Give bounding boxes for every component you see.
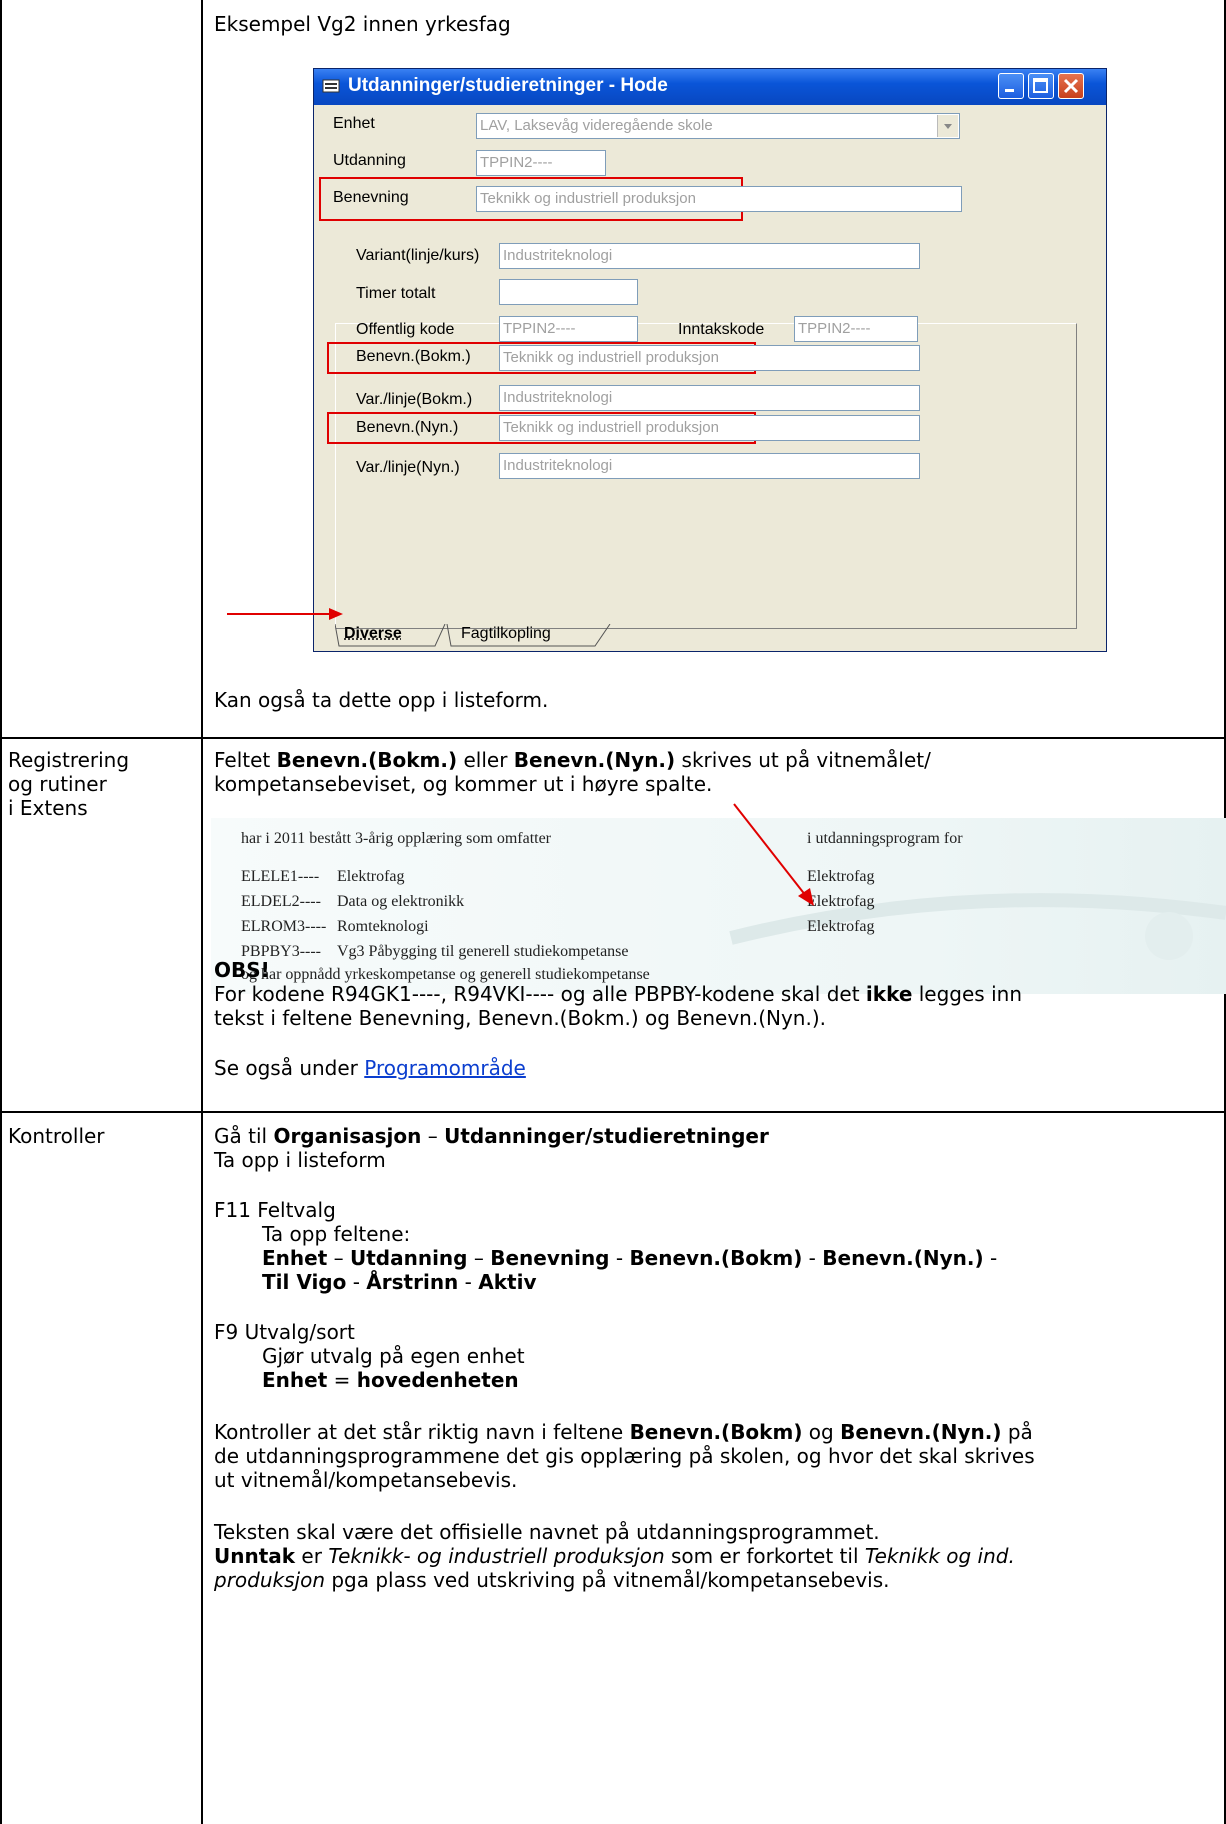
window-icon [322, 79, 340, 93]
obs-line2: tekst i feltene Benevning, Benevn.(Bokm.… [214, 1006, 826, 1030]
inntakskode-field[interactable]: TPPIN2---- [794, 316, 918, 342]
dialog-window: Utdanninger/studieretninger - Hode Enhet… [313, 68, 1107, 652]
listeform-note: Kan også ta dette opp i listeform. [214, 688, 549, 712]
close-button[interactable] [1058, 73, 1084, 99]
f11-heading: F11 Feltvalg [214, 1198, 336, 1222]
row-divider-2 [0, 1111, 1226, 1113]
utdanning-label: Utdanning [333, 152, 406, 169]
programomrade-link[interactable]: Programområde [364, 1056, 526, 1080]
kontroller-line3: ut vitnemål/kompetansebevis. [214, 1468, 518, 1492]
dialog-body: Enhet LAV, Laksevåg videregående skole U… [319, 105, 1101, 648]
obs-heading: OBS! [214, 958, 270, 982]
cert-header-right: i utdanningsprogram for [807, 830, 963, 847]
chevron-down-icon[interactable] [937, 115, 958, 137]
variant-label: Variant(linje/kurs) [356, 247, 480, 264]
see-also-text: Se også under [214, 1056, 365, 1080]
benevning-label: Benevning [333, 189, 409, 206]
inntakskode-label: Inntakskode [678, 321, 765, 338]
example-heading: Eksempel Vg2 innen yrkesfag [214, 12, 511, 36]
enhet-value: LAV, Laksevåg videregående skole [480, 117, 713, 134]
cert-code: ELDEL2---- [241, 893, 321, 910]
dialog-titlebar[interactable]: Utdanninger/studieretninger - Hode [314, 69, 1106, 105]
var-nyn-field[interactable]: Industriteknologi [499, 453, 920, 479]
cert-code: ELELE1---- [241, 868, 320, 885]
teksten-line3: produksjon pga plass ved utskriving på v… [214, 1568, 890, 1592]
benevn-nyn-field[interactable]: Teknikk og industriell produksjon [499, 415, 920, 441]
dialog-title: Utdanninger/studieretninger - Hode [348, 75, 668, 96]
var-bokm-label: Var./linje(Bokm.) [356, 391, 473, 408]
row2-paragraph-line1: Feltet Benevn.(Bokm.) eller Benevn.(Nyn.… [214, 748, 931, 772]
obs-line1: For kodene R94GK1----, R94VKI---- og all… [214, 982, 1022, 1006]
teksten-line1: Teksten skal være det offisielle navnet … [214, 1520, 880, 1544]
offentlig-kode-field[interactable]: TPPIN2---- [499, 316, 638, 342]
row2-label-line3: i Extens [8, 796, 88, 820]
enhet-label: Enhet [333, 115, 375, 132]
var-bokm-field[interactable]: Industriteknologi [499, 385, 920, 411]
close-icon [1063, 78, 1079, 94]
f11-fields-line1: Enhet – Utdanning – Benevning - Benevn.(… [262, 1246, 998, 1270]
f9-enhet: Enhet = hovedenheten [262, 1368, 519, 1392]
tab-diverse[interactable]: Diverse [344, 625, 402, 643]
certificate-excerpt: har i 2011 bestått 3-årig opplæring som … [211, 818, 1226, 994]
row2-label-line2: og rutiner [8, 772, 107, 796]
timer-label: Timer totalt [356, 285, 436, 302]
f11-fields-line2: Til Vigo - Årstrinn - Aktiv [262, 1270, 537, 1294]
enhet-select[interactable]: LAV, Laksevåg videregående skole [476, 113, 960, 139]
tab-fagtilkopling[interactable]: Fagtilkopling [461, 625, 551, 643]
kontroller-line1: Kontroller at det står riktig navn i fel… [214, 1420, 1033, 1444]
cert-code: ELROM3---- [241, 918, 327, 935]
table-column-divider [201, 0, 203, 1824]
red-pointer-arrow-icon [733, 803, 814, 906]
benevn-nyn-label: Benevn.(Nyn.) [356, 419, 459, 436]
benevning-field[interactable]: Teknikk og industriell produksjon [476, 186, 962, 212]
cert-name: Elektrofag [337, 868, 405, 885]
row2-label-line1: Registrering [8, 748, 130, 772]
benevn-bokm-field[interactable]: Teknikk og industriell produksjon [499, 345, 920, 371]
cert-program: Elektrofag [807, 918, 875, 935]
row2-paragraph-line2: kompetansebeviset, og kommer ut i høyre … [214, 772, 713, 796]
minimize-icon [1005, 89, 1014, 92]
maximize-icon [1033, 78, 1048, 93]
row3-line2: Ta opp i listeform [214, 1148, 386, 1172]
var-nyn-label: Var./linje(Nyn.) [356, 459, 460, 476]
offentlig-kode-label: Offentlig kode [356, 321, 455, 338]
see-also-line: Se også under Programområde [214, 1056, 526, 1080]
red-arrow-icon [227, 608, 343, 620]
row3-line1: Gå til Organisasjon – Utdanninger/studie… [214, 1124, 769, 1148]
variant-field[interactable]: Industriteknologi [499, 243, 920, 269]
f9-sub: Gjør utvalg på egen enhet [262, 1344, 525, 1368]
cert-name: Romteknologi [337, 918, 429, 935]
document-table: Eksempel Vg2 innen yrkesfag Utdanninger/… [0, 0, 1226, 1824]
f11-sub: Ta opp feltene: [262, 1222, 411, 1246]
table-border-left [0, 0, 2, 1824]
row3-label: Kontroller [8, 1124, 105, 1148]
maximize-button[interactable] [1028, 73, 1054, 99]
benevn-bokm-label: Benevn.(Bokm.) [356, 348, 471, 365]
timer-field[interactable] [499, 279, 638, 305]
cert-name: Vg3 Påbygging til generell studiekompeta… [337, 943, 629, 960]
teksten-line2: Unntak er Teknikk- og industriell produk… [214, 1544, 1015, 1568]
minimize-button[interactable] [998, 73, 1024, 99]
cert-name: Data og elektronikk [337, 893, 465, 910]
row-divider-1 [0, 737, 1226, 739]
f9-heading: F9 Utvalg/sort [214, 1320, 355, 1344]
kontroller-line2: de utdanningsprogrammene det gis opplæri… [214, 1444, 1035, 1468]
cert-header-left: har i 2011 bestått 3-årig opplæring som … [241, 830, 552, 847]
utdanning-field[interactable]: TPPIN2---- [476, 150, 606, 176]
